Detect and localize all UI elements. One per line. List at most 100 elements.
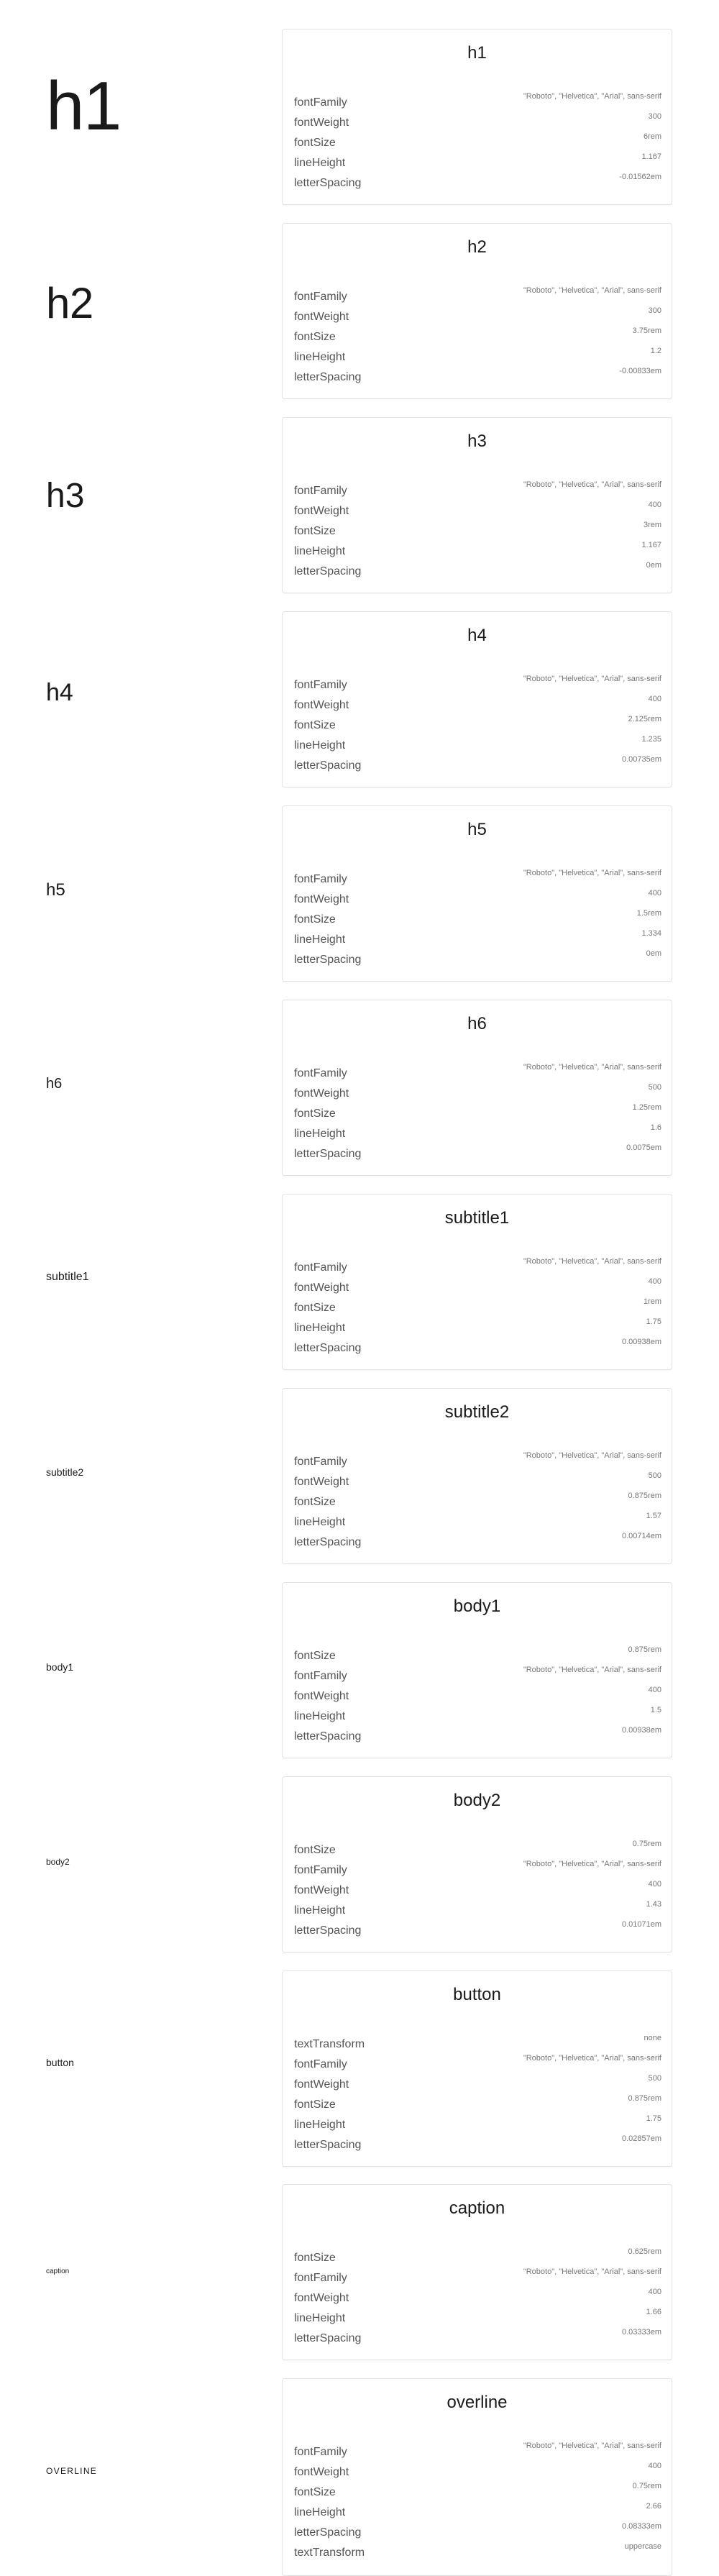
spec-property-row: fontSize 0.875rem: [294, 1645, 661, 1665]
spec-property-row: lineHeight 1.167: [294, 540, 661, 560]
property-value: 1.5: [650, 1706, 661, 1714]
property-value: "Roboto", "Helvetica", "Arial", sans-ser…: [523, 2054, 661, 2063]
property-value: 3rem: [643, 521, 661, 529]
property-name: fontSize: [294, 1650, 336, 1662]
property-value: 1.43: [646, 1900, 661, 1909]
property-value: "Roboto", "Helvetica", "Arial", sans-ser…: [523, 92, 661, 101]
spec-property-row: fontSize 0.875rem: [294, 2093, 661, 2114]
spec-property-row: letterSpacing 0.03333em: [294, 2327, 661, 2347]
spec-property-row: fontFamily "Roboto", "Helvetica", "Arial"…: [294, 2267, 661, 2287]
property-name: lineHeight: [294, 1904, 346, 1917]
property-value: 1.235: [641, 735, 661, 744]
spec-property-row: fontWeight 500: [294, 2073, 661, 2093]
property-name: fontFamily: [294, 873, 347, 885]
property-name: letterSpacing: [294, 1536, 362, 1548]
property-value: "Roboto", "Helvetica", "Arial", sans-ser…: [523, 1257, 661, 1266]
spec-property-row: fontFamily "Roboto", "Helvetica", "Arial"…: [294, 868, 661, 888]
property-value: 400: [648, 695, 661, 703]
spec-property-row: lineHeight 1.43: [294, 1899, 661, 1919]
spec-card-title: body1: [453, 1597, 501, 1616]
property-name: fontSize: [294, 719, 336, 731]
property-value: "Roboto", "Helvetica", "Arial", sans-ser…: [523, 286, 661, 295]
spec-property-row: fontSize 1.25rem: [294, 1102, 661, 1123]
property-value: 0.875rem: [628, 1492, 661, 1500]
property-name: fontFamily: [294, 1456, 347, 1468]
property-name: lineHeight: [294, 2506, 346, 2518]
spec-property-row: fontSize 0.875rem: [294, 1491, 661, 1511]
property-value: 1.75: [646, 2114, 661, 2123]
property-value: "Roboto", "Helvetica", "Arial", sans-ser…: [523, 2442, 661, 2450]
spec-property-row: textTransform uppercase: [294, 2541, 661, 2562]
property-name: fontFamily: [294, 485, 347, 497]
spec-property-row: lineHeight 1.66: [294, 2307, 661, 2327]
property-name: fontSize: [294, 913, 336, 926]
spec-card-h2: h2 fontFamily "Roboto", "Helvetica", "Aria…: [282, 223, 672, 399]
property-value: 0.00938em: [621, 1338, 661, 1346]
spec-card-h3: h3 fontFamily "Roboto", "Helvetica", "Aria…: [282, 417, 672, 593]
spec-property-row: letterSpacing 0em: [294, 560, 661, 580]
property-value: 400: [648, 1277, 661, 1286]
property-value: 0.75rem: [632, 2482, 661, 2490]
spec-property-row: fontSize 0.75rem: [294, 2481, 661, 2501]
spec-property-row: fontWeight 400: [294, 1879, 661, 1899]
spec-property-row: lineHeight 1.2: [294, 346, 661, 366]
property-value: 400: [648, 1686, 661, 1694]
spec-property-row: letterSpacing 0.00714em: [294, 1531, 661, 1551]
property-value: 0.03333em: [621, 2328, 661, 2337]
spec-property-list: fontFamily "Roboto", "Helvetica", "Arial"…: [294, 480, 661, 580]
property-value: 400: [648, 2288, 661, 2296]
spec-property-row: letterSpacing -0.00833em: [294, 366, 661, 386]
spec-property-row: letterSpacing 0.00938em: [294, 1337, 661, 1357]
spec-property-list: fontSize 0.875rem fontFamily "Roboto", "Hel…: [294, 1645, 661, 1745]
spec-property-row: fontWeight 300: [294, 306, 661, 326]
property-name: lineHeight: [294, 2312, 346, 2324]
property-value: 0.08333em: [621, 2522, 661, 2531]
spec-property-row: lineHeight 1.75: [294, 2114, 661, 2134]
property-value: 400: [648, 2462, 661, 2470]
spec-property-row: fontWeight 500: [294, 1471, 661, 1491]
property-value: 0.75rem: [632, 1840, 661, 1848]
spec-property-row: lineHeight 1.235: [294, 734, 661, 754]
property-value: 1.167: [641, 152, 661, 161]
property-value: 0.02857em: [621, 2134, 661, 2143]
property-value: 0em: [646, 949, 661, 958]
spec-property-row: lineHeight 1.334: [294, 928, 661, 949]
spec-property-row: fontWeight 400: [294, 1276, 661, 1297]
property-value: 0.00735em: [621, 755, 661, 764]
spec-property-row: fontSize 3.75rem: [294, 326, 661, 346]
sample-text-h6: h6: [46, 1076, 63, 1092]
property-name: fontWeight: [294, 2292, 349, 2304]
property-name: lineHeight: [294, 2119, 346, 2131]
property-name: fontFamily: [294, 2446, 347, 2458]
property-name: letterSpacing: [294, 954, 362, 966]
property-name: letterSpacing: [294, 1924, 362, 1937]
spec-property-row: fontWeight 400: [294, 500, 661, 520]
property-value: 2.66: [646, 2502, 661, 2511]
property-value: 1rem: [643, 1297, 661, 1306]
property-value: "Roboto", "Helvetica", "Arial", sans-ser…: [523, 2267, 661, 2276]
property-value: 400: [648, 889, 661, 898]
property-name: fontWeight: [294, 2078, 349, 2091]
property-name: fontWeight: [294, 1690, 349, 1702]
spec-property-row: fontFamily "Roboto", "Helvetica", "Arial"…: [294, 1062, 661, 1082]
spec-property-row: lineHeight 1.6: [294, 1123, 661, 1143]
property-name: letterSpacing: [294, 1342, 362, 1354]
spec-property-row: textTransform none: [294, 2033, 661, 2053]
property-name: fontSize: [294, 525, 336, 537]
property-value: 0.01071em: [621, 1920, 661, 1929]
property-value: 1.167: [641, 541, 661, 549]
property-value: 1.334: [641, 929, 661, 938]
property-value: 400: [648, 501, 661, 509]
property-name: textTransform: [294, 2038, 365, 2050]
property-name: letterSpacing: [294, 371, 362, 383]
property-value: 0.875rem: [628, 1645, 661, 1654]
spec-property-row: fontFamily "Roboto", "Helvetica", "Arial"…: [294, 1256, 661, 1276]
spec-property-list: fontFamily "Roboto", "Helvetica", "Arial"…: [294, 1062, 661, 1163]
property-name: fontWeight: [294, 2466, 349, 2478]
sample-text-subtitle1: subtitle1: [46, 1271, 89, 1283]
spec-property-list: fontFamily "Roboto", "Helvetica", "Arial"…: [294, 1256, 661, 1357]
spec-property-row: fontWeight 500: [294, 1082, 661, 1102]
property-name: fontSize: [294, 137, 336, 149]
property-name: fontWeight: [294, 1282, 349, 1294]
spec-property-row: letterSpacing 0.02857em: [294, 2134, 661, 2154]
